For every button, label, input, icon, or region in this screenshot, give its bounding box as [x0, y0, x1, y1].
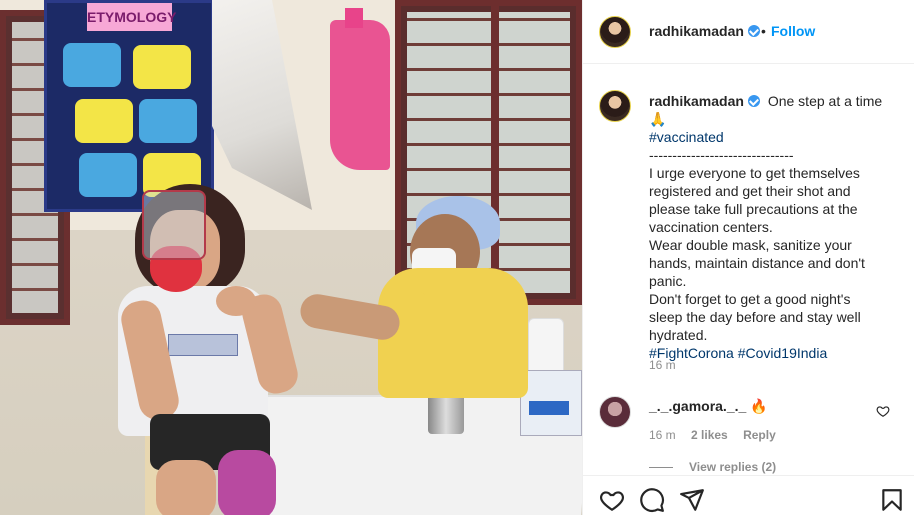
caption-line: sleep the day before and stay well: [649, 309, 861, 325]
commenter-username[interactable]: _._.gamora._._: [649, 398, 746, 414]
author-username[interactable]: radhikamadan: [649, 23, 760, 39]
author-avatar[interactable]: [599, 16, 631, 48]
photo-wall-paint: [330, 20, 390, 170]
comment-timestamp[interactable]: 16 m: [649, 428, 676, 442]
photo-classroom-board: ETYMOLOGY: [44, 0, 214, 212]
bookmark-icon[interactable]: [879, 487, 905, 513]
comment: _._.gamora._._ 🔥: [649, 398, 768, 415]
caption-line: panic.: [649, 273, 687, 289]
post-header: radhikamadan • Follow: [583, 0, 914, 64]
caption-author-avatar[interactable]: [599, 90, 631, 122]
caption-line: please take full precautions at the: [649, 201, 858, 217]
caption-line: hydrated.: [649, 327, 708, 343]
caption-line: Wear double mask, sanitize your: [649, 237, 852, 253]
verified-badge-icon: [747, 25, 760, 37]
caption-author-username[interactable]: radhikamadan: [649, 93, 760, 109]
photo-face-shield: [142, 190, 206, 260]
caption-line: hands, maintain distance and don't: [649, 255, 865, 271]
comment-meta: 16 m 2 likes Reply: [649, 428, 788, 442]
instagram-post-modal: ETYMOLOGY radhikamadan • Follow radhikam…: [0, 0, 914, 515]
hashtag-links[interactable]: #FightCorona #Covid19India: [649, 344, 899, 362]
post-sidebar: radhikamadan • Follow radhikamadan One s…: [582, 0, 914, 515]
reply-button[interactable]: Reply: [743, 428, 776, 442]
post-photo[interactable]: ETYMOLOGY: [0, 0, 582, 515]
caption-timestamp[interactable]: 16 m: [649, 358, 676, 372]
hashtag-link[interactable]: #vaccinated: [649, 128, 899, 146]
photo-woman-hand: [216, 286, 256, 316]
commenter-avatar[interactable]: [599, 396, 631, 428]
share-icon[interactable]: [679, 487, 705, 513]
comment-text: 🔥: [750, 398, 768, 414]
comment-like-heart-icon[interactable]: [876, 404, 890, 418]
follow-button[interactable]: Follow: [771, 23, 815, 39]
board-heading: ETYMOLOGY: [87, 3, 176, 31]
comment-icon[interactable]: [639, 487, 665, 513]
separator-dot: •: [761, 23, 766, 39]
view-replies-button[interactable]: View replies (2): [649, 460, 776, 474]
comment-likes[interactable]: 2 likes: [691, 428, 728, 442]
post-caption: radhikamadan One step at a time 🙏 #vacci…: [649, 92, 899, 362]
photo-box: [520, 370, 582, 436]
caption-line: Don't forget to get a good night's: [649, 291, 851, 307]
caption-line: vaccination centers.: [649, 219, 773, 235]
heart-icon[interactable]: [599, 487, 625, 513]
comments-panel[interactable]: radhikamadan One step at a time 🙏 #vacci…: [583, 64, 914, 475]
caption-line: registered and get their shot and: [649, 183, 851, 199]
action-bar: [583, 475, 914, 515]
caption-line: I urge everyone to get themselves: [649, 165, 860, 181]
verified-badge-icon: [747, 95, 760, 107]
caption-separator: -------------------------------: [649, 147, 794, 163]
